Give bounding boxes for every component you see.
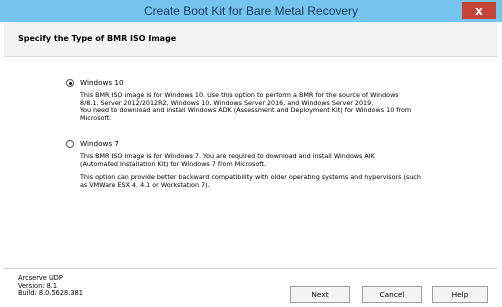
dialog-body: Specify the Type of BMR ISO Image Window… xyxy=(4,22,498,307)
windows-10-description: This BMR ISO image is for Windows 10. Us… xyxy=(80,91,480,122)
radio-windows-10-label: Windows 10 xyxy=(80,78,124,87)
window-title: Create Boot Kit for Bare Metal Recovery xyxy=(143,4,359,18)
window-titlebar[interactable]: Create Boot Kit for Bare Metal Recovery … xyxy=(0,0,502,22)
windows-7-description: This BMR ISO image is for Windows 7. You… xyxy=(80,152,480,168)
description-line: You need to download and install Windows… xyxy=(80,106,412,115)
cancel-button[interactable]: Cancel xyxy=(362,286,422,303)
description-line: as VMWare ESX 4. 4.1 or Workstation 7). xyxy=(80,180,210,189)
footer-divider xyxy=(4,268,498,269)
description-line: Microsoft. xyxy=(80,113,112,122)
next-button[interactable]: Next xyxy=(290,286,350,303)
radio-unselected-icon[interactable] xyxy=(66,139,74,148)
close-icon: x xyxy=(475,3,483,18)
radio-windows-7-label: Windows 7 xyxy=(80,139,119,148)
radio-selected-icon[interactable] xyxy=(66,78,74,87)
radio-windows-10[interactable]: Windows 10 xyxy=(66,78,124,87)
radio-windows-7[interactable]: Windows 7 xyxy=(66,139,119,148)
header-strip: Specify the Type of BMR ISO Image xyxy=(4,22,498,57)
close-button[interactable]: x xyxy=(462,2,496,19)
product-info: Arcserve UDP Version: 8.1 Build: 8.0.562… xyxy=(18,274,83,298)
page-title: Specify the Type of BMR ISO Image xyxy=(18,34,177,43)
description-line: (Automated Installation Kit) for Windows… xyxy=(80,159,266,168)
help-button[interactable]: Help xyxy=(432,286,488,303)
product-build: Build: 8.0.5628.381 xyxy=(18,289,83,298)
windows-7-compat-note: This option can provide better backward … xyxy=(80,173,480,189)
